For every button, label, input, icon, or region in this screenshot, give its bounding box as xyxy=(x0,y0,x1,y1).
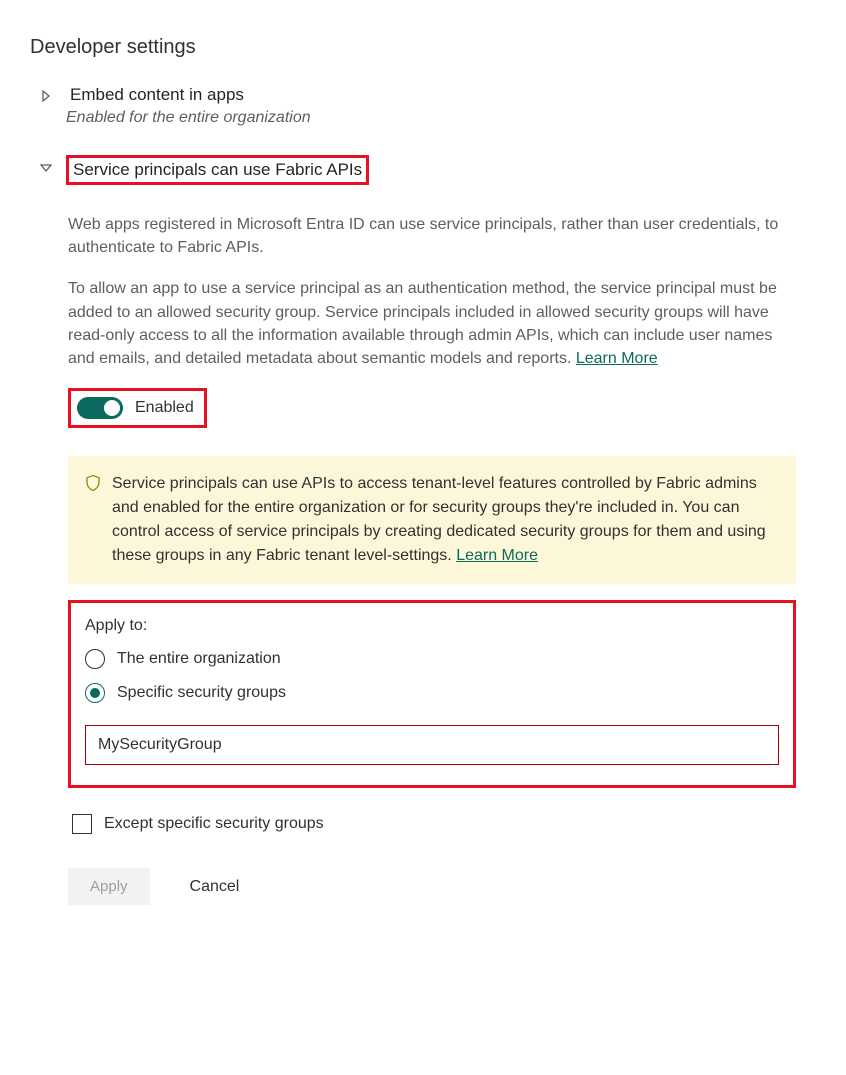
radio-entire-org[interactable]: The entire organization xyxy=(85,649,779,669)
cancel-button[interactable]: Cancel xyxy=(190,878,240,896)
sp-description-2: To allow an app to use a service princip… xyxy=(68,277,796,370)
except-groups-row[interactable]: Except specific security groups xyxy=(72,814,796,834)
sp-description-1: Web apps registered in Microsoft Entra I… xyxy=(68,213,796,259)
radio-specific-groups[interactable]: Specific security groups xyxy=(85,683,779,703)
setting-embed-title: Embed content in apps xyxy=(66,83,248,107)
radio-icon-unselected xyxy=(85,649,105,669)
toggle-thumb xyxy=(104,400,120,416)
security-group-input[interactable] xyxy=(85,725,779,765)
toggle-enabled-label: Enabled xyxy=(135,399,194,417)
button-row: Apply Cancel xyxy=(68,868,796,905)
setting-sp-row[interactable]: Service principals can use Fabric APIs xyxy=(40,155,816,185)
apply-to-label: Apply to: xyxy=(85,617,779,635)
setting-embed-subtitle: Enabled for the entire organization xyxy=(66,109,816,127)
notice-learn-more-link[interactable]: Learn More xyxy=(456,547,538,564)
toggle-enabled-wrap: Enabled xyxy=(68,388,207,428)
shield-icon xyxy=(84,474,102,492)
chevron-down-icon xyxy=(40,161,54,175)
radio-entire-org-label: The entire organization xyxy=(117,650,281,668)
section-title: Developer settings xyxy=(30,36,816,59)
radio-specific-groups-label: Specific security groups xyxy=(117,684,286,702)
notice-text: Service principals can use APIs to acces… xyxy=(112,472,778,568)
radio-icon-selected xyxy=(85,683,105,703)
toggle-enabled[interactable] xyxy=(77,397,123,419)
setting-sp-body: Web apps registered in Microsoft Entra I… xyxy=(68,213,816,905)
setting-embed-row[interactable]: Embed content in apps Enabled for the en… xyxy=(40,83,816,127)
setting-sp-title: Service principals can use Fabric APIs xyxy=(66,155,369,185)
chevron-right-icon xyxy=(40,89,54,103)
learn-more-link[interactable]: Learn More xyxy=(576,350,658,367)
except-groups-label: Except specific security groups xyxy=(104,815,324,833)
notice-box: Service principals can use APIs to acces… xyxy=(68,456,796,584)
apply-to-section: Apply to: The entire organization Specif… xyxy=(68,600,796,788)
checkbox-icon xyxy=(72,814,92,834)
apply-button[interactable]: Apply xyxy=(68,868,150,905)
